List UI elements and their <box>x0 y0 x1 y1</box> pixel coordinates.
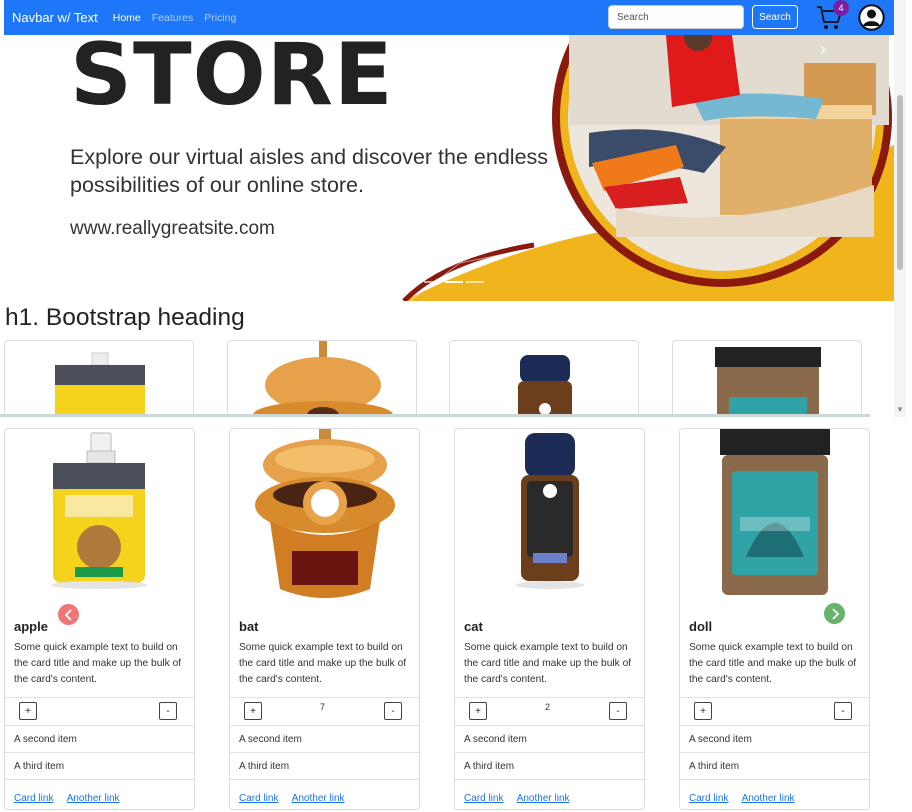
cart-count-badge: 4 <box>833 0 849 16</box>
slider-prev-button[interactable] <box>58 604 79 625</box>
carousel-indicator[interactable] <box>466 281 484 283</box>
list-item: A third item <box>230 752 419 779</box>
coffee-jar-image <box>720 429 830 595</box>
nav-link-features[interactable]: Features <box>152 12 193 24</box>
navbar-brand[interactable]: Navbar w/ Text <box>12 10 98 25</box>
card-title: apple <box>14 619 48 634</box>
product-card: apple Some quick example text to build o… <box>4 428 195 810</box>
hero-url: www.reallygreatsite.com <box>70 218 275 239</box>
another-link[interactable]: Another link <box>517 793 570 804</box>
card-link[interactable]: Card link <box>689 793 728 804</box>
search-input[interactable] <box>608 5 744 29</box>
scroll-down-icon[interactable]: ▼ <box>896 405 904 414</box>
card-footer: Card link Another link <box>680 779 869 809</box>
carousel-next-icon[interactable]: › <box>820 39 826 60</box>
list-item: A second item <box>5 725 194 752</box>
carousel-indicator[interactable] <box>424 281 442 283</box>
decrement-button[interactable]: - <box>609 702 627 720</box>
nav-link-home[interactable]: Home <box>113 12 141 24</box>
list-item: A second item <box>230 725 419 752</box>
another-link[interactable]: Another link <box>292 793 345 804</box>
list-item: A third item <box>680 752 869 779</box>
slider-next-button[interactable] <box>824 603 845 624</box>
decrement-button[interactable]: - <box>834 702 852 720</box>
card-link[interactable]: Card link <box>14 793 53 804</box>
page-heading: h1. Bootstrap heading <box>5 304 245 331</box>
quantity-control: + - <box>680 697 869 725</box>
card-link[interactable]: Card link <box>464 793 503 804</box>
card-text: Some quick example text to build on the … <box>239 642 407 685</box>
filter-coffee-image <box>255 429 395 598</box>
quantity-control: + 7 - <box>230 697 419 725</box>
scrollbar[interactable]: ▼ <box>894 0 906 418</box>
increment-button[interactable]: + <box>469 702 487 720</box>
decrement-button[interactable]: - <box>159 702 177 720</box>
card-link[interactable]: Card link <box>239 793 278 804</box>
list-item: A second item <box>455 725 644 752</box>
nav-link-pricing[interactable]: Pricing <box>204 12 236 24</box>
decrement-button[interactable]: - <box>384 702 402 720</box>
card-image <box>5 429 194 601</box>
quantity-control: + - <box>5 697 194 725</box>
card-image <box>680 429 869 601</box>
carousel-indicator[interactable] <box>445 281 463 283</box>
card-text: Some quick example text to build on the … <box>689 642 857 685</box>
increment-button[interactable]: + <box>19 702 37 720</box>
chevron-right-icon <box>831 607 839 620</box>
quantity-value: 2 <box>545 702 551 712</box>
user-icon[interactable] <box>858 4 885 31</box>
list-item: A third item <box>455 752 644 779</box>
increment-button[interactable]: + <box>244 702 262 720</box>
card-footer: Card link Another link <box>455 779 644 809</box>
list-item: A second item <box>680 725 869 752</box>
pouch-image <box>51 432 147 589</box>
search-button[interactable]: Search <box>752 5 798 29</box>
card-image <box>230 429 419 601</box>
hero-title: STORE <box>70 35 394 125</box>
card-text: Some quick example text to build on the … <box>464 642 632 685</box>
card-title: cat <box>464 619 483 634</box>
another-link[interactable]: Another link <box>67 793 120 804</box>
coffee-bottle-image <box>516 433 584 589</box>
increment-button[interactable]: + <box>694 702 712 720</box>
list-item: A third item <box>5 752 194 779</box>
card-title: bat <box>239 619 259 634</box>
carousel-indicators <box>424 281 484 283</box>
hero-carousel: STORE Explore our virtual aisles and dis… <box>4 35 894 301</box>
card-title: doll <box>689 619 713 634</box>
product-card: cat Some quick example text to build on … <box>454 428 645 810</box>
hero-subtitle: Explore our virtual aisles and discover … <box>70 145 549 197</box>
card-image <box>455 429 644 601</box>
chevron-left-icon <box>64 608 72 621</box>
another-link[interactable]: Another link <box>742 793 795 804</box>
quantity-value: 7 <box>320 702 326 712</box>
product-card: bat Some quick example text to build on … <box>229 428 420 810</box>
quantity-control: + 2 - <box>455 697 644 725</box>
card-footer: Card link Another link <box>5 779 194 809</box>
card-footer: Card link Another link <box>230 779 419 809</box>
card-text: Some quick example text to build on the … <box>14 642 182 685</box>
scrollbar-thumb[interactable] <box>897 95 903 270</box>
